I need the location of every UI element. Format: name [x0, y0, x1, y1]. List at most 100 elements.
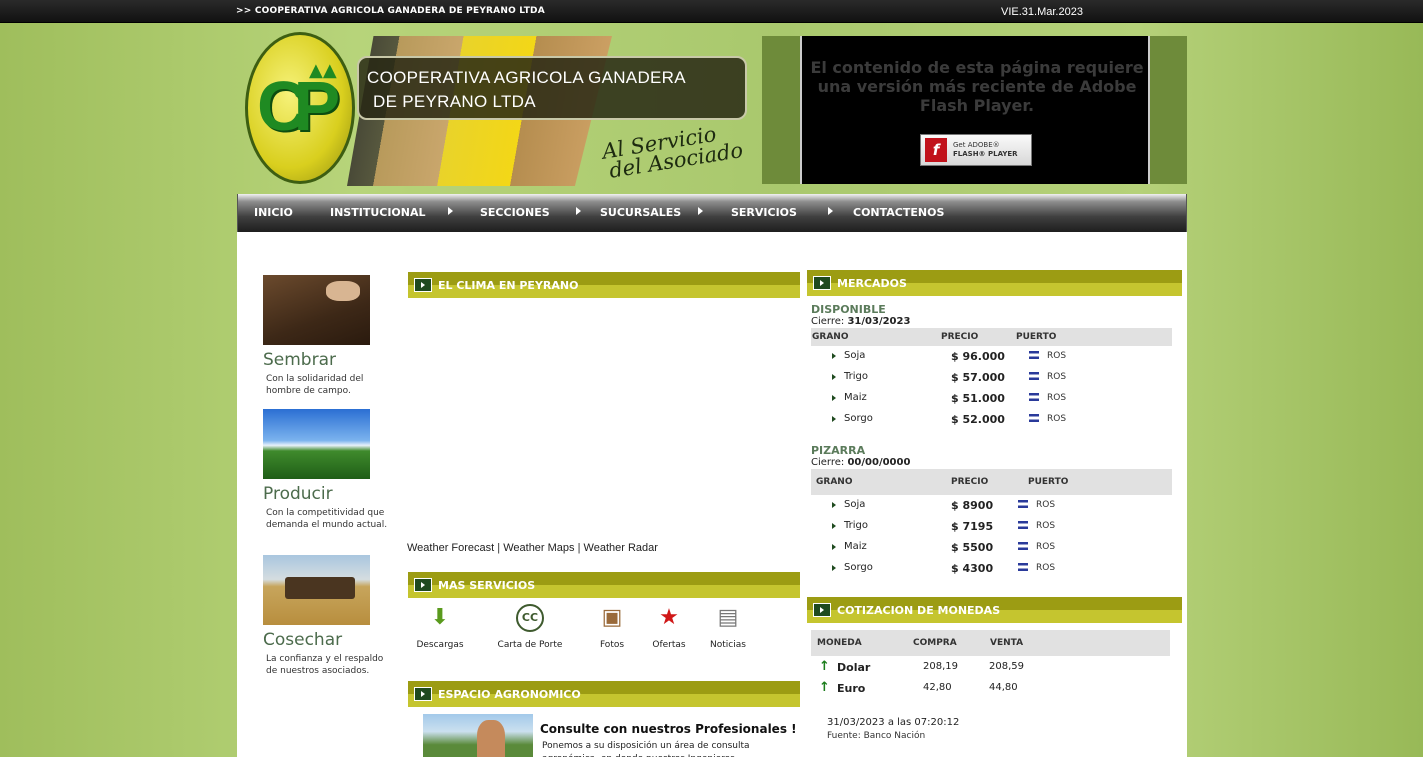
section-arrow-icon	[813, 603, 831, 617]
left-item-title[interactable]: Producir	[263, 483, 393, 505]
logo-area[interactable]: CP ▲▲ COOPERATIVA AGRICOLA GANADERA DE P…	[237, 30, 757, 188]
clima-header: EL CLIMA EN PEYRANO	[408, 272, 800, 298]
cc-icon: CC	[516, 604, 544, 632]
left-item-text: La confianza y el respaldo de nuestros a…	[266, 654, 384, 676]
col-moneda: MONEDA	[817, 638, 862, 648]
left-item-producir[interactable]: Producir Con la competitividad que deman…	[263, 409, 393, 531]
grano: Maiz	[844, 392, 867, 403]
weather-links: Weather Forecast | Weather Maps | Weathe…	[407, 542, 658, 554]
argentina-flag-icon	[1018, 563, 1028, 571]
mercados-title: MERCADOS	[837, 277, 907, 290]
precio: $ 7195	[951, 520, 994, 533]
puerto: ROS	[1047, 414, 1067, 424]
cierre-label: Cierre:	[811, 316, 845, 327]
argentina-flag-icon	[1018, 500, 1028, 508]
row-arrow-icon	[832, 395, 836, 401]
pizarra-cierre: Cierre: 00/00/0000	[811, 457, 910, 468]
nav-institucional[interactable]: INSTITUCIONAL	[330, 206, 426, 219]
flash-banner: El contenido de esta página requiere una…	[762, 36, 1187, 184]
nav-secciones[interactable]: SECCIONES	[480, 206, 550, 219]
argentina-flag-icon	[1029, 372, 1039, 380]
coop-name-banner: COOPERATIVA AGRICOLA GANADERA DE PEYRANO…	[357, 56, 747, 120]
service-label: Carta de Porte	[497, 640, 563, 650]
nav-inicio[interactable]: INICIO	[254, 206, 293, 219]
weather-forecast-link[interactable]: Weather Forecast	[407, 542, 494, 554]
flash-btn-line2: FLASH® PLAYER	[953, 150, 1018, 158]
col-grano: GRANO	[816, 477, 853, 487]
col-grano: GRANO	[812, 332, 849, 342]
moneda: Dolar	[837, 661, 871, 674]
puerto: ROS	[1036, 500, 1056, 510]
left-item-title[interactable]: Cosechar	[263, 629, 393, 651]
service-noticias[interactable]: ▤ Noticias	[688, 604, 768, 650]
grano: Sorgo	[844, 562, 873, 573]
cosechar-image[interactable]	[263, 555, 370, 625]
row-arrow-icon	[832, 374, 836, 380]
nav-contactenos[interactable]: CONTACTENOS	[853, 206, 944, 219]
pizarra-label: PIZARRA	[811, 444, 866, 457]
table-row: Soja $ 8900 ROS	[811, 496, 1172, 516]
current-date: VIE.31.Mar.2023	[1001, 6, 1083, 18]
puerto: ROS	[1047, 372, 1067, 382]
flash-btn-line1: Get ADOBE®	[953, 141, 1000, 149]
cierre-label: Cierre:	[811, 457, 845, 468]
main-nav: INICIO INSTITUCIONAL SECCIONES SUCURSALE…	[237, 194, 1187, 232]
row-arrow-icon	[832, 416, 836, 422]
nav-sucursales[interactable]: SUCURSALES	[600, 206, 681, 219]
row-arrow-icon	[832, 565, 836, 571]
servicios-header: MAS SERVICIOS	[408, 572, 800, 598]
section-arrow-icon	[414, 578, 432, 592]
col-precio: PRECIO	[941, 332, 979, 342]
nav-arrow-icon	[698, 207, 703, 215]
weather-maps-link[interactable]: Weather Maps	[503, 542, 574, 554]
table-row: Trigo $ 57.000 ROS	[811, 368, 1172, 388]
table-row: ↑ Dolar 208,19 208,59	[811, 658, 1170, 678]
monedas-title: COTIZACION DE MONEDAS	[837, 604, 1001, 617]
table-row: Maiz $ 51.000 ROS	[811, 389, 1172, 409]
nav-servicios[interactable]: SERVICIOS	[731, 206, 797, 219]
section-arrow-icon	[813, 276, 831, 290]
agronomist-image[interactable]	[423, 714, 533, 757]
venta: 44,80	[989, 682, 1018, 693]
agro-heading[interactable]: Consulte con nuestros Profesionales !	[540, 722, 797, 736]
service-label: Noticias	[710, 640, 746, 650]
agro-header: ESPACIO AGRONOMICO	[408, 681, 800, 707]
grano: Maiz	[844, 541, 867, 552]
pizarra-table-header: GRANO PRECIO PUERTO	[811, 469, 1172, 495]
section-arrow-icon	[414, 687, 432, 701]
table-row: Trigo $ 7195 ROS	[811, 517, 1172, 537]
disponible-label: DISPONIBLE	[811, 303, 886, 316]
coop-name-line1: COOPERATIVA AGRICOLA GANADERA	[367, 68, 686, 87]
left-item-cosechar[interactable]: Cosechar La confianza y el respaldo de n…	[263, 555, 393, 677]
service-descargas[interactable]: ⬇ Descargas	[400, 604, 480, 650]
disponible-cierre: Cierre: 31/03/2023	[811, 316, 910, 327]
left-item-title[interactable]: Sembrar	[263, 349, 393, 371]
precio: $ 5500	[951, 541, 994, 554]
get-flash-player-button[interactable]: f Get ADOBE® FLASH® PLAYER	[920, 134, 1032, 166]
table-row: Sorgo $ 52.000 ROS	[811, 410, 1172, 430]
cierre-date: 00/00/0000	[847, 457, 911, 468]
precio: $ 52.000	[951, 413, 1005, 426]
table-row: ↑ Euro 42,80 44,80	[811, 679, 1170, 699]
argentina-flag-icon	[1029, 351, 1039, 359]
monedas-header: COTIZACION DE MONEDAS	[807, 597, 1182, 623]
clima-title: EL CLIMA EN PEYRANO	[438, 279, 579, 292]
precio: $ 4300	[951, 562, 994, 575]
slogan: Al Servicio del Asociado	[600, 119, 755, 183]
sembrar-image[interactable]	[263, 275, 370, 345]
argentina-flag-icon	[1029, 393, 1039, 401]
left-item-sembrar[interactable]: Sembrar Con la solidaridad del hombre de…	[263, 275, 393, 397]
nav-arrow-icon	[448, 207, 453, 215]
weather-radar-link[interactable]: Weather Radar	[584, 542, 658, 554]
arrow-up-icon: ↑	[819, 659, 830, 674]
table-row: Maiz $ 5500 ROS	[811, 538, 1172, 558]
site-title: >> COOPERATIVA AGRICOLA GANADERA DE PEYR…	[236, 6, 545, 16]
link-separator: |	[577, 542, 581, 554]
star-icon: ★	[659, 605, 679, 630]
arrow-up-icon: ↑	[819, 680, 830, 695]
servicios-title: MAS SERVICIOS	[438, 579, 536, 592]
agro-text: Ponemos a su disposición un área de cons…	[542, 741, 750, 757]
producir-image[interactable]	[263, 409, 370, 479]
service-carta-de-porte[interactable]: CC Carta de Porte	[490, 604, 570, 650]
link-separator: |	[497, 542, 501, 554]
